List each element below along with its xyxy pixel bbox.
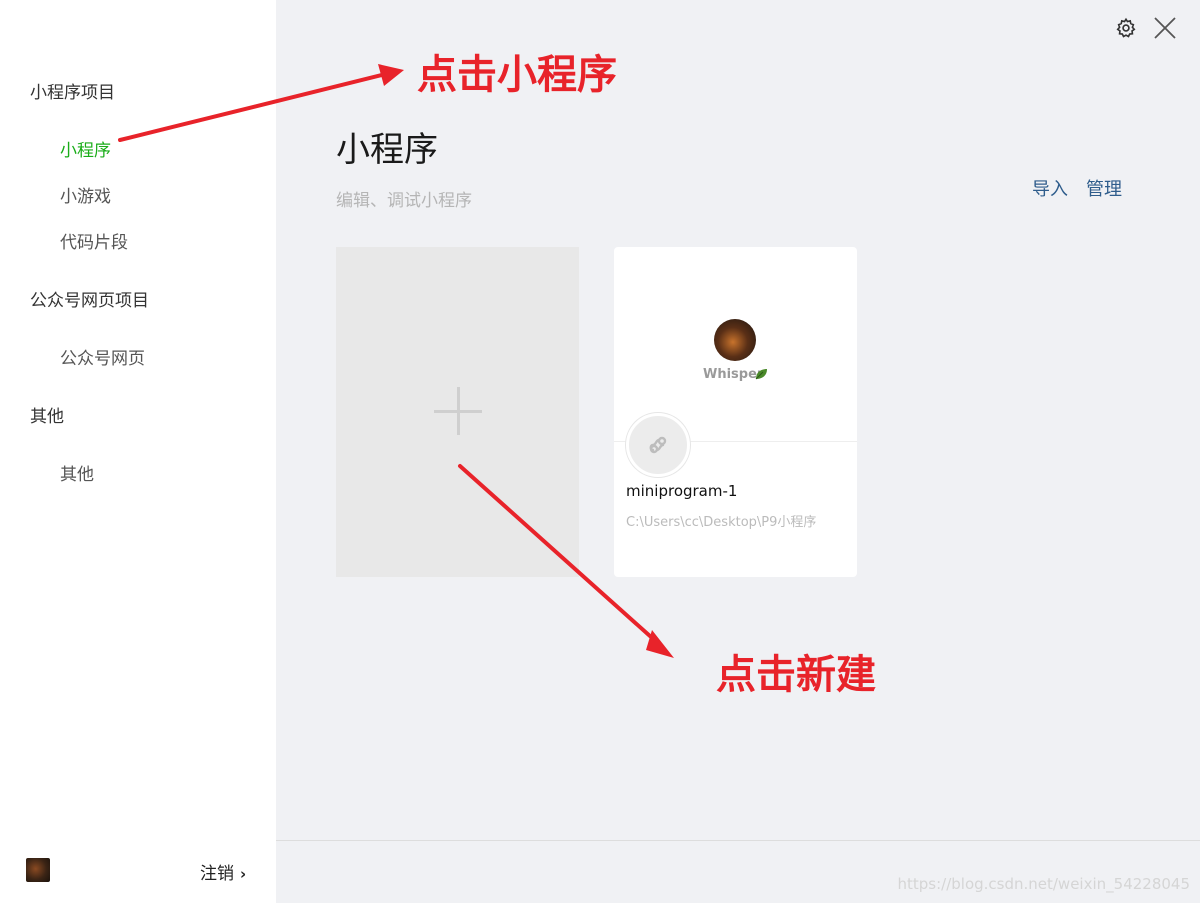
annotation-click-new: 点击新建	[716, 652, 876, 698]
arrow-to-new-head	[646, 630, 674, 658]
sidebar: 小程序项目 小程序 小游戏 代码片段 公众号网页项目 公众号网页 其他 其他 注…	[0, 0, 276, 903]
close-icon[interactable]	[1153, 16, 1177, 40]
sidebar-group-other: 其他	[30, 407, 64, 427]
logout-button[interactable]: 注销 ›	[200, 859, 246, 884]
project-name: miniprogram-1	[626, 482, 738, 500]
chevron-right-icon: ›	[240, 865, 247, 883]
logout-label: 注销	[200, 864, 234, 884]
manage-button[interactable]: 管理	[1086, 175, 1122, 201]
plus-icon	[434, 387, 482, 435]
annotation-click-miniprogram: 点击小程序	[417, 52, 617, 98]
sidebar-item-minigame[interactable]: 小游戏	[60, 182, 111, 207]
project-cover-avatar	[714, 319, 756, 361]
new-project-card[interactable]	[336, 247, 579, 577]
app-window: 小程序项目 小程序 小游戏 代码片段 公众号网页项目 公众号网页 其他 其他 注…	[0, 0, 1200, 903]
sidebar-item-miniprogram[interactable]: 小程序	[60, 136, 111, 161]
user-avatar[interactable]	[26, 858, 50, 882]
sidebar-item-official-web[interactable]: 公众号网页	[60, 344, 145, 369]
footer-divider	[276, 840, 1200, 841]
page-subtitle: 编辑、调试小程序	[336, 191, 472, 211]
watermark: https://blog.csdn.net/weixin_54228045	[897, 875, 1190, 893]
project-path: C:\Users\cc\Desktop\P9小程序	[626, 515, 817, 530]
sidebar-group-official-web: 公众号网页项目	[30, 291, 149, 311]
sidebar-item-other[interactable]: 其他	[60, 460, 94, 485]
import-button[interactable]: 导入	[1032, 175, 1068, 201]
sidebar-group-miniprogram: 小程序项目	[30, 83, 115, 103]
project-card[interactable]: Whisper miniprogram-1 C:\Users\cc\Deskto…	[614, 247, 857, 577]
miniprogram-logo-icon	[626, 413, 690, 477]
gear-icon[interactable]	[1115, 17, 1137, 39]
page-title: 小程序	[336, 130, 438, 170]
leaf-icon	[754, 366, 768, 380]
arrow-to-title-head	[378, 64, 404, 86]
sidebar-item-code-snippet[interactable]: 代码片段	[60, 228, 128, 253]
